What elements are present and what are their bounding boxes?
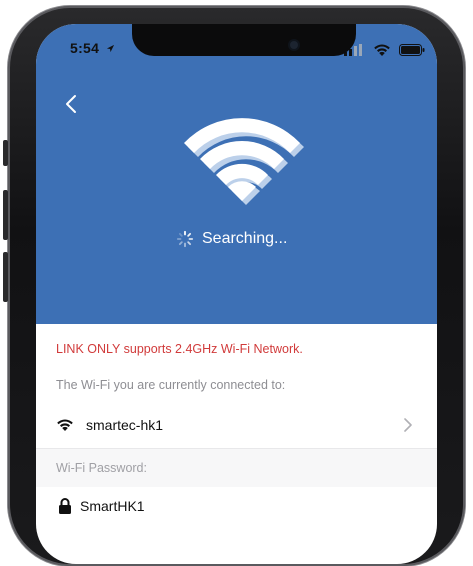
lock-icon [59,498,71,514]
password-label: Wi-Fi Password: [56,461,147,475]
notch [132,24,356,56]
connected-hint: The Wi-Fi you are currently connected to… [56,378,286,392]
password-label-band: Wi-Fi Password: [36,449,437,487]
network-select-row[interactable]: smartec-hk1 [36,404,437,449]
searching-status: Searching... [176,228,287,250]
wifi-icon [57,419,73,431]
chevron-left-icon [66,95,76,113]
battery-icon [399,44,425,56]
password-input[interactable] [80,498,280,514]
mute-switch [3,140,8,166]
back-button[interactable] [60,92,84,116]
password-row [36,489,437,533]
network-name: smartec-hk1 [86,417,164,433]
phone-screen: 5:54 Searching... LINK ONLY supports 2.4… [36,24,437,564]
header-panel: 5:54 Searching... [36,24,437,324]
location-arrow-icon [107,44,115,53]
wifi-large-icon [184,118,304,205]
phone-frame: 5:54 Searching... LINK ONLY supports 2.4… [0,0,473,566]
wifi-icon [373,44,390,56]
chevron-right-icon [404,418,412,432]
front-camera [290,41,298,49]
loading-spinner-icon [176,230,194,248]
status-icons [344,44,425,58]
network-warning: LINK ONLY supports 2.4GHz Wi-Fi Network. [56,342,303,356]
searching-text: Searching... [202,230,288,247]
volume-up-button [3,190,8,240]
status-time-text: 5:54 [70,40,100,56]
volume-down-button [3,252,8,302]
status-time: 5:54 [70,40,115,56]
